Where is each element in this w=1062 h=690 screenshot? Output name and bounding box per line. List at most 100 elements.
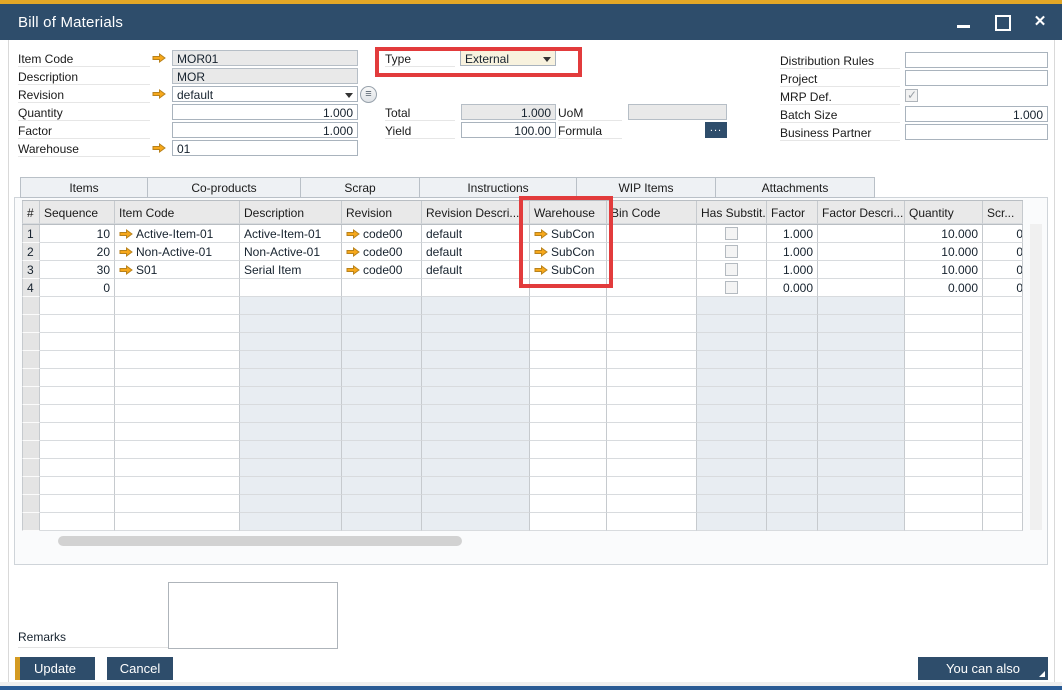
table-cell-factor[interactable] <box>767 387 818 405</box>
table-cell-factor-desc[interactable] <box>818 495 905 513</box>
table-cell-revision-desc[interactable] <box>422 477 530 495</box>
table-cell-description[interactable] <box>240 315 342 333</box>
link-arrow-icon[interactable] <box>534 247 548 257</box>
table-cell-item-code[interactable] <box>115 405 240 423</box>
table-cell-has-substitute[interactable] <box>697 279 767 297</box>
item-code-field[interactable]: MOR01 <box>172 50 358 66</box>
table-cell-description[interactable] <box>240 513 342 531</box>
update-button[interactable]: Update <box>15 657 95 680</box>
table-cell-revision-desc[interactable] <box>422 279 530 297</box>
table-cell-has-substitute[interactable] <box>697 387 767 405</box>
table-cell-num[interactable] <box>22 405 40 423</box>
table-cell-revision[interactable] <box>342 387 422 405</box>
tab-scrap[interactable]: Scrap <box>301 177 420 198</box>
table-cell-warehouse[interactable]: SubCon <box>530 243 607 261</box>
tab-items[interactable]: Items <box>20 177 148 198</box>
table-cell-num[interactable]: 4 <box>22 279 40 297</box>
table-cell-revision[interactable] <box>342 495 422 513</box>
table-cell-revision-desc[interactable]: default <box>422 243 530 261</box>
table-cell-description[interactable] <box>240 477 342 495</box>
table-cell-bin-code[interactable] <box>607 279 697 297</box>
table-cell-sequence[interactable]: 10 <box>40 225 115 243</box>
table-cell-num[interactable] <box>22 315 40 333</box>
table-cell-has-substitute[interactable] <box>697 351 767 369</box>
table-cell-sequence[interactable] <box>40 387 115 405</box>
table-cell-description[interactable] <box>240 441 342 459</box>
table-cell-num[interactable] <box>22 513 40 531</box>
link-arrow-icon[interactable] <box>346 265 360 275</box>
table-cell-scrap[interactable] <box>983 387 1023 405</box>
table-cell-factor-desc[interactable] <box>818 423 905 441</box>
table-cell-item-code[interactable] <box>115 333 240 351</box>
table-cell-warehouse[interactable] <box>530 369 607 387</box>
table-cell-revision-desc[interactable] <box>422 441 530 459</box>
type-dropdown[interactable]: External <box>460 50 556 66</box>
table-cell-factor-desc[interactable] <box>818 477 905 495</box>
has-substitute-checkbox[interactable] <box>725 281 738 294</box>
table-cell-revision[interactable] <box>342 369 422 387</box>
table-cell-num[interactable]: 2 <box>22 243 40 261</box>
table-cell-sequence[interactable] <box>40 495 115 513</box>
table-cell-factor-desc[interactable] <box>818 315 905 333</box>
table-cell-factor-desc[interactable] <box>818 513 905 531</box>
table-cell-factor[interactable] <box>767 351 818 369</box>
table-cell-revision-desc[interactable] <box>422 495 530 513</box>
column-header[interactable]: Item Code <box>115 201 240 224</box>
table-cell-num[interactable] <box>22 369 40 387</box>
column-header[interactable]: Bin Code <box>607 201 697 224</box>
table-cell-item-code[interactable] <box>115 279 240 297</box>
minimize-icon[interactable] <box>956 14 972 30</box>
link-arrow-icon[interactable] <box>346 247 360 257</box>
table-cell-sequence[interactable] <box>40 459 115 477</box>
table-cell-quantity[interactable] <box>905 441 983 459</box>
table-cell-revision[interactable] <box>342 423 422 441</box>
table-cell-quantity[interactable]: 10.000 <box>905 261 983 279</box>
table-cell-has-substitute[interactable] <box>697 513 767 531</box>
table-cell-description[interactable] <box>240 405 342 423</box>
table-cell-revision[interactable] <box>342 477 422 495</box>
table-cell-quantity[interactable]: 0.000 <box>905 279 983 297</box>
column-header[interactable]: Has Substit... <box>697 201 767 224</box>
link-arrow-icon[interactable] <box>119 247 133 257</box>
batch-size-field[interactable]: 1.000 <box>905 106 1048 122</box>
table-cell-item-code[interactable] <box>115 513 240 531</box>
table-cell-factor-desc[interactable] <box>818 279 905 297</box>
table-cell-has-substitute[interactable] <box>697 297 767 315</box>
table-cell-item-code[interactable]: S01 <box>115 261 240 279</box>
table-cell-factor-desc[interactable] <box>818 333 905 351</box>
table-cell-item-code[interactable]: Active-Item-01 <box>115 225 240 243</box>
factor-field[interactable]: 1.000 <box>172 122 358 138</box>
table-cell-bin-code[interactable] <box>607 495 697 513</box>
table-cell-bin-code[interactable] <box>607 243 697 261</box>
table-cell-warehouse[interactable] <box>530 495 607 513</box>
table-cell-quantity[interactable] <box>905 369 983 387</box>
column-header[interactable]: Scr... <box>983 201 1023 224</box>
link-arrow-icon[interactable] <box>534 265 548 275</box>
table-cell-revision-desc[interactable] <box>422 513 530 531</box>
formula-ellipsis-button[interactable]: ... <box>705 122 727 138</box>
table-cell-revision-desc[interactable] <box>422 369 530 387</box>
description-field[interactable]: MOR <box>172 68 358 84</box>
table-cell-revision-desc[interactable]: default <box>422 225 530 243</box>
link-arrow-icon[interactable] <box>152 53 166 63</box>
table-cell-warehouse[interactable] <box>530 279 607 297</box>
table-cell-revision[interactable] <box>342 459 422 477</box>
table-cell-bin-code[interactable] <box>607 477 697 495</box>
table-cell-bin-code[interactable] <box>607 261 697 279</box>
table-cell-has-substitute[interactable] <box>697 261 767 279</box>
remarks-textarea[interactable] <box>168 582 338 649</box>
table-cell-description[interactable] <box>240 297 342 315</box>
table-cell-has-substitute[interactable] <box>697 369 767 387</box>
table-cell-sequence[interactable]: 20 <box>40 243 115 261</box>
edit-revision-icon[interactable]: ≡ <box>360 86 377 103</box>
table-cell-factor-desc[interactable] <box>818 369 905 387</box>
yield-field[interactable]: 100.00 <box>461 122 556 138</box>
column-header[interactable]: Factor <box>767 201 818 224</box>
table-cell-scrap[interactable]: 0 <box>983 279 1023 297</box>
table-cell-revision[interactable] <box>342 315 422 333</box>
table-cell-revision[interactable] <box>342 441 422 459</box>
table-cell-bin-code[interactable] <box>607 405 697 423</box>
table-cell-num[interactable] <box>22 495 40 513</box>
table-cell-factor[interactable] <box>767 423 818 441</box>
table-cell-has-substitute[interactable] <box>697 405 767 423</box>
